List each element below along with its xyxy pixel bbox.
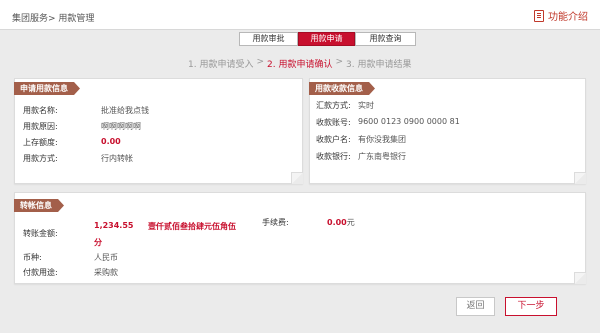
field-value: 人民币: [94, 253, 118, 262]
next-button[interactable]: 下一步: [505, 297, 557, 316]
step-2: 2. 用款申请确认: [267, 60, 333, 70]
fee-value: 0.00: [327, 218, 347, 227]
step-separator: >: [335, 57, 343, 67]
field-value: 有你没我集团: [358, 135, 406, 144]
tab-apply[interactable]: 用款申请: [298, 32, 355, 46]
field-label: 收款账号:: [316, 118, 351, 127]
amount-value: 1,234.55: [94, 221, 134, 230]
page-fold: [291, 172, 303, 184]
step-separator: >: [256, 57, 264, 67]
panel-title: 转帐信息: [14, 199, 64, 212]
step-indicator: 1. 用款申请受入 > 2. 用款申请确认 > 3. 用款申请结果: [188, 57, 411, 70]
apply-info-panel: 申请用款信息 用款名称: 批准给我点钱 用款原因: 啊啊啊啊啊 上存额度: 0.…: [14, 78, 303, 184]
amount-in-words: 壹仟贰佰叁拾肆元伍角伍: [148, 222, 236, 231]
fee-unit: 元: [346, 218, 355, 227]
field-value: 实时: [358, 101, 374, 110]
receive-info-panel: 用款收款信息 汇款方式: 实时 收款账号: 9600 0123 0900 000…: [309, 78, 586, 184]
field-label: 付款用途:: [23, 268, 58, 277]
field-label: 手续费:: [262, 218, 289, 227]
fee-amount: 0.00元: [327, 217, 355, 228]
field-value: 广东南粤银行: [358, 152, 406, 161]
help-link[interactable]: 功能介绍: [534, 8, 588, 23]
field-label: 币种:: [23, 253, 42, 262]
amount-value-cont: 分: [94, 238, 102, 247]
page-fold: [574, 172, 586, 184]
header-bar: 集团服务> 用款管理 功能介绍: [0, 0, 600, 30]
tab-approval[interactable]: 用款审批: [239, 32, 298, 46]
field-value: 采购款: [94, 268, 118, 277]
field-label: 转账金额:: [23, 229, 58, 238]
field-label: 收款户名:: [316, 135, 351, 144]
step-3: 3. 用款申请结果: [346, 60, 412, 70]
breadcrumb: 集团服务> 用款管理: [12, 14, 95, 24]
field-value: 行内转帐: [101, 154, 133, 163]
field-value: 9600 0123 0900 0000 81: [358, 117, 460, 126]
panel-title: 用款收款信息: [309, 82, 375, 95]
help-label: 功能介绍: [548, 12, 588, 23]
field-label: 用款方式:: [23, 154, 58, 163]
field-value: 啊啊啊啊啊: [101, 122, 141, 131]
field-label: 收款银行:: [316, 152, 351, 161]
panel-title: 申请用款信息: [14, 82, 80, 95]
tab-query[interactable]: 用款查询: [355, 32, 416, 46]
step-1: 1. 用款申请受入: [188, 60, 254, 70]
transfer-info-panel: 转帐信息 转账金额: 1,234.55 分 壹仟贰佰叁拾肆元伍角伍 手续费: 0…: [14, 192, 586, 284]
field-label: 用款名称:: [23, 106, 58, 115]
page-fold: [574, 272, 586, 284]
back-button[interactable]: 返回: [456, 297, 495, 316]
field-label: 用款原因:: [23, 122, 58, 131]
book-icon: [534, 9, 544, 22]
field-label: 上存额度:: [23, 138, 58, 147]
field-label: 汇款方式:: [316, 101, 351, 110]
field-value: 批准给我点钱: [101, 106, 149, 115]
tab-bar: 用款审批 用款申请 用款查询: [239, 32, 416, 46]
quota-value: 0.00: [101, 137, 121, 146]
